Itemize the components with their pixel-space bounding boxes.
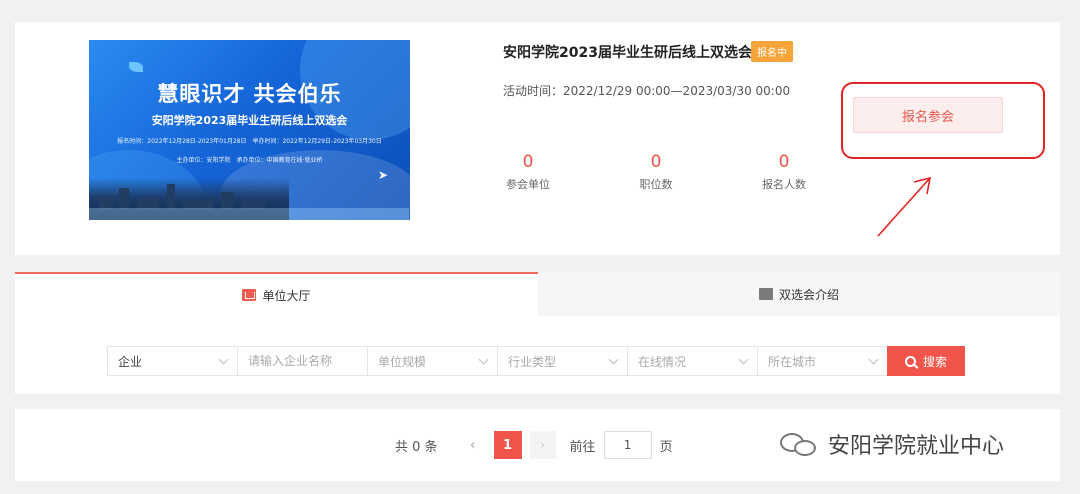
banner-slogan: 慧眼识才 共会伯乐 <box>157 82 342 106</box>
next-page-button[interactable]: › <box>529 431 556 459</box>
register-button[interactable]: 报名参会 <box>853 97 1003 133</box>
chevron-down-icon <box>218 354 229 364</box>
select-placeholder: 在线情况 <box>638 354 687 369</box>
select-placeholder: 单位规模 <box>378 354 427 369</box>
page-number-current[interactable]: 1 <box>493 431 522 459</box>
banner-subtitle: 安阳学院2023届毕业生研后线上双选会 <box>151 114 348 127</box>
search-button[interactable]: 搜索 <box>887 346 965 376</box>
banner-dates: 报名时间：2022年12月28日-2023年01月28日 举办时间：2022年1… <box>117 138 382 145</box>
stat-value: 0 <box>650 152 662 172</box>
stat-value: 0 <box>522 152 534 172</box>
tab-label: 单位大厅 <box>262 288 311 303</box>
page-suffix: 页 <box>659 439 673 455</box>
stat-companies: 0 参会单位 <box>488 152 568 192</box>
tab-bar: 单位大厅 双选会介绍 <box>15 272 1060 316</box>
select-placeholder: 所在城市 <box>768 354 817 369</box>
bird-icon <box>129 62 143 72</box>
search-label: 搜索 <box>922 354 947 369</box>
select-value: 企业 <box>118 354 143 369</box>
stat-positions: 0 职位数 <box>616 152 696 192</box>
prev-page-button[interactable]: ‹ <box>460 431 486 459</box>
company-name-input[interactable] <box>237 346 367 376</box>
chevron-down-icon <box>608 354 619 364</box>
chevron-down-icon <box>738 354 749 364</box>
unit-type-select[interactable]: 企业 <box>107 346 237 376</box>
stat-value: 0 <box>778 152 790 172</box>
industry-select[interactable]: 行业类型 <box>497 346 627 376</box>
watermark: 安阳学院就业中心 <box>780 428 1004 460</box>
online-status-select[interactable]: 在线情况 <box>627 346 757 376</box>
banner-organizers: 主办单位：安阳学院 承办单位：中国教育在线·就业桥 <box>176 157 323 164</box>
stat-label: 参会单位 <box>506 178 550 191</box>
stat-label: 职位数 <box>639 178 673 191</box>
tab-company-hall[interactable]: 单位大厅 <box>15 272 538 316</box>
filter-bar: 企业 单位规模 行业类型 在线情况 所在城市 搜索 <box>107 346 965 376</box>
document-icon <box>758 288 773 300</box>
wechat-icon <box>780 431 820 457</box>
tab-label: 双选会介绍 <box>778 287 839 302</box>
total-count: 共 0 条 <box>395 439 438 455</box>
tab-fair-intro[interactable]: 双选会介绍 <box>538 272 1060 316</box>
goto-page-input[interactable] <box>603 431 652 459</box>
goto-label: 前往 <box>569 439 596 455</box>
select-placeholder: 行业类型 <box>508 354 557 369</box>
chevron-down-icon <box>478 354 489 364</box>
stat-registrants: 0 报名人数 <box>744 152 824 192</box>
building-icon <box>242 289 257 301</box>
search-icon <box>904 355 916 367</box>
filter-panel: 企业 单位规模 行业类型 在线情况 所在城市 搜索 <box>15 316 1060 394</box>
stat-label: 报名人数 <box>762 178 806 191</box>
status-badge: 报名中 <box>751 41 793 62</box>
event-banner-image[interactable]: 慧眼识才 共会伯乐 安阳学院2023届毕业生研后线上双选会 报名时间：2022年… <box>89 40 410 220</box>
chevron-down-icon <box>868 354 879 364</box>
city-select[interactable]: 所在城市 <box>757 346 887 376</box>
banner-water <box>89 208 409 220</box>
company-scale-select[interactable]: 单位规模 <box>367 346 497 376</box>
event-card: 慧眼识才 共会伯乐 安阳学院2023届毕业生研后线上双选会 报名时间：2022年… <box>15 22 1060 255</box>
event-time: 活动时间：2022/12/29 00:00—2023/03/30 00:00 <box>503 84 791 98</box>
watermark-text: 安阳学院就业中心 <box>828 434 1005 459</box>
event-title: 安阳学院2023届毕业生研后线上双选会 <box>503 45 752 61</box>
paper-plane-icon: ➤ <box>377 168 388 182</box>
pagination: 共 0 条 ‹ 1 › 前往 页 <box>395 430 673 460</box>
